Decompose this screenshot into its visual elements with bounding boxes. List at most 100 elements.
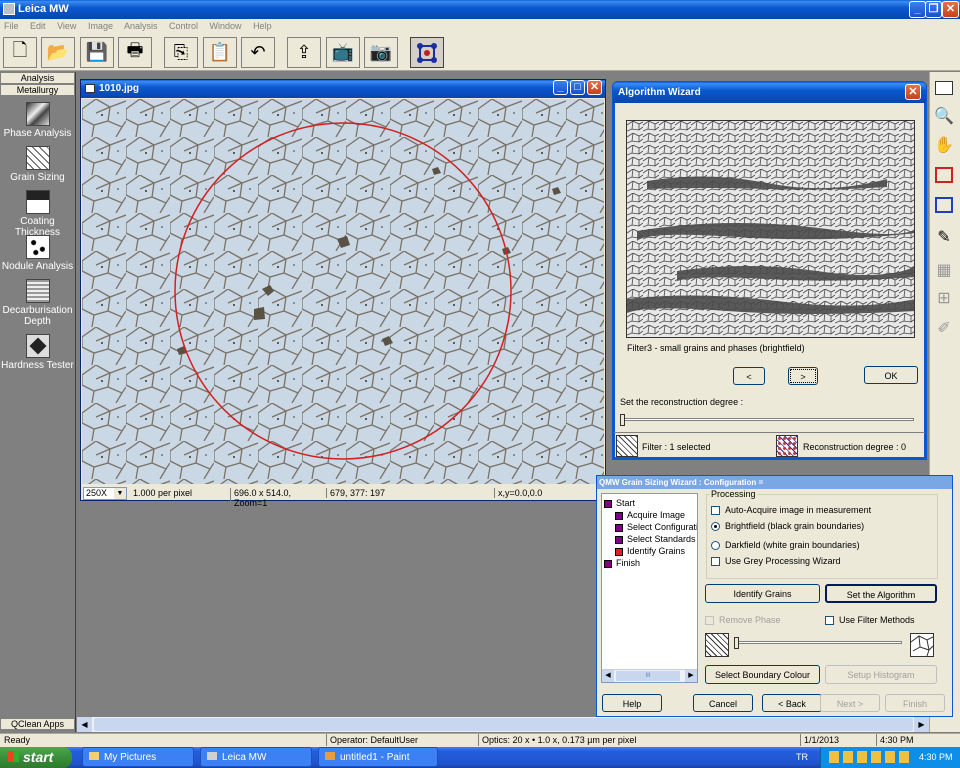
scroll-left-icon[interactable]: ◀ [602,670,614,682]
identify-grains-button[interactable]: Identify Grains [705,584,820,603]
image-close-button[interactable]: ✕ [587,80,602,95]
scroll-right-icon[interactable]: ▶ [914,717,929,732]
camera-icon[interactable]: 📷 [364,37,398,68]
sidebar-tab-metallurgy[interactable]: Metallurgy [0,84,75,96]
new-icon[interactable]: 🗋 [3,37,37,68]
main-hscrollbar[interactable]: ◀ ▶ [77,717,929,732]
tree-item-label: Select Configuratio [627,522,697,532]
use-filter-option[interactable]: Use Filter Methods [825,615,915,626]
reconstruction-slider[interactable] [620,414,916,428]
slider-thumb[interactable] [620,414,625,426]
merge-tool-icon[interactable]: ⊞ [931,284,957,310]
menu-control[interactable]: Control [169,21,198,31]
reconstruction-label: Set the reconstruction degree : [620,397,744,407]
size-info-field: 696.0 x 514.0, Zoom=1 [230,488,322,508]
cancel-button[interactable]: Cancel [693,694,753,712]
paste-icon[interactable]: 📋 [203,37,237,68]
taskbar-item-leica-mw[interactable]: Leica MW [200,747,312,767]
help-button[interactable]: Help [602,694,662,712]
grey-wizard-option[interactable]: Use Grey Processing Wizard [711,556,841,567]
wizard-ok-button[interactable]: OK [864,366,918,384]
tray-clock[interactable]: 4:30 PM [919,752,953,762]
scroll-right-icon[interactable]: ▶ [685,670,697,682]
auto-acquire-option[interactable]: Auto-Acquire image in measurement [711,505,871,516]
start-button[interactable]: start [0,747,72,768]
grid-tool-icon[interactable]: ▦ [931,256,957,282]
export-icon[interactable]: ⇪ [287,37,321,68]
wizard-close-button[interactable]: ✕ [905,84,921,100]
taskbar-item-paint[interactable]: untitled1 - Paint [318,747,438,767]
tree-item-acquire-image[interactable]: Acquire Image [604,510,697,522]
sidebar-bottom-qclean[interactable]: QClean Apps [0,718,75,730]
tree-item-select-configuration[interactable]: Select Configuratio [604,522,697,534]
tree-item-identify-grains[interactable]: Identify Grains [604,546,697,558]
menu-image[interactable]: Image [88,21,113,31]
sidebar-item-decarburisation-depth[interactable]: Decarburisation Depth [0,279,75,327]
slider-thumb[interactable] [734,637,739,649]
language-indicator[interactable]: TR [796,752,808,762]
sidebar-item-coating-thickness[interactable]: Coating Thickness [0,190,75,238]
tray-icons[interactable] [829,751,913,763]
tree-item-finish[interactable]: Finish [604,558,697,570]
zoom-select[interactable]: 250X ▼ [83,487,127,500]
darkfield-radio[interactable] [711,541,720,551]
scroll-thumb[interactable] [94,718,913,731]
nodule-analysis-icon [25,235,50,259]
auto-acquire-checkbox[interactable] [711,506,720,516]
grid-icon[interactable] [410,37,444,68]
sidebar-item-phase-analysis[interactable]: Phase Analysis [0,102,75,139]
set-algorithm-button[interactable]: Set the Algorithm [825,584,937,603]
slider-track [622,418,914,421]
sidebar-item-grain-sizing[interactable]: Grain Sizing [0,146,75,183]
print-icon[interactable]: 🖶 [118,37,152,68]
filter-preview-image [626,120,915,338]
remove-phase-checkbox [705,616,714,626]
app-titlebar: Leica MW _ ❐ ✕ [0,0,960,19]
close-button[interactable]: ✕ [942,1,959,18]
image-minimize-button[interactable]: _ [553,80,568,95]
undo-icon[interactable]: ↶ [241,37,275,68]
sidebar-item-hardness-tester[interactable]: Hardness Tester [0,334,75,371]
draw-tool-icon[interactable]: ✐ [931,314,957,340]
open-icon[interactable]: 📂 [41,37,75,68]
blue-rect-icon[interactable] [931,192,957,218]
image-restore-button[interactable]: □ [570,80,585,95]
scroll-thumb[interactable]: III [616,671,680,681]
tree-item-start[interactable]: Start [604,498,697,510]
menu-help[interactable]: Help [253,21,272,31]
select-rect-icon[interactable] [931,75,957,101]
sidebar-tab-analysis[interactable]: Analysis [0,72,75,84]
minimize-button[interactable]: _ [909,1,926,18]
tv-icon[interactable]: 📺 [326,37,360,68]
menu-edit[interactable]: Edit [30,21,46,31]
tree-hscrollbar[interactable]: ◀ III ▶ [602,669,697,682]
menu-window[interactable]: Window [210,21,242,31]
wizard-step-tree[interactable]: Start Acquire Image Select Configuratio … [601,493,698,683]
menu-analysis[interactable]: Analysis [124,21,158,31]
zoom-icon[interactable]: 🔍 [931,102,957,128]
brightfield-option[interactable]: Brightfield (black grain boundaries) [711,521,864,532]
sidebar-item-nodule-analysis[interactable]: Nodule Analysis [0,235,75,272]
micrograph-image[interactable] [82,99,604,484]
grain-filter-slider[interactable] [734,637,904,651]
restore-button[interactable]: ❐ [925,1,942,18]
taskbar-item-my-pictures[interactable]: My Pictures [82,747,194,767]
next-filter-button[interactable]: > [788,367,818,385]
eraser-icon[interactable]: ✎ [931,223,957,249]
hand-icon[interactable]: ✋ [931,131,957,157]
brightfield-radio[interactable] [711,522,720,532]
save-icon[interactable]: 💾 [80,37,114,68]
processing-legend: Processing [710,489,757,499]
copy-icon[interactable]: ⎘ [164,37,198,68]
back-button[interactable]: < Back [762,694,822,712]
tree-item-select-standards[interactable]: Select Standards [604,534,697,546]
menu-view[interactable]: View [57,21,76,31]
grey-wizard-checkbox[interactable] [711,557,720,567]
scroll-left-icon[interactable]: ◀ [77,717,92,732]
prev-filter-button[interactable]: < [733,367,765,385]
darkfield-option[interactable]: Darkfield (white grain boundaries) [711,540,860,551]
use-filter-checkbox[interactable] [825,616,834,626]
red-rect-icon[interactable] [931,162,957,188]
select-boundary-colour-button[interactable]: Select Boundary Colour [705,665,820,684]
menu-file[interactable]: File [4,21,19,31]
